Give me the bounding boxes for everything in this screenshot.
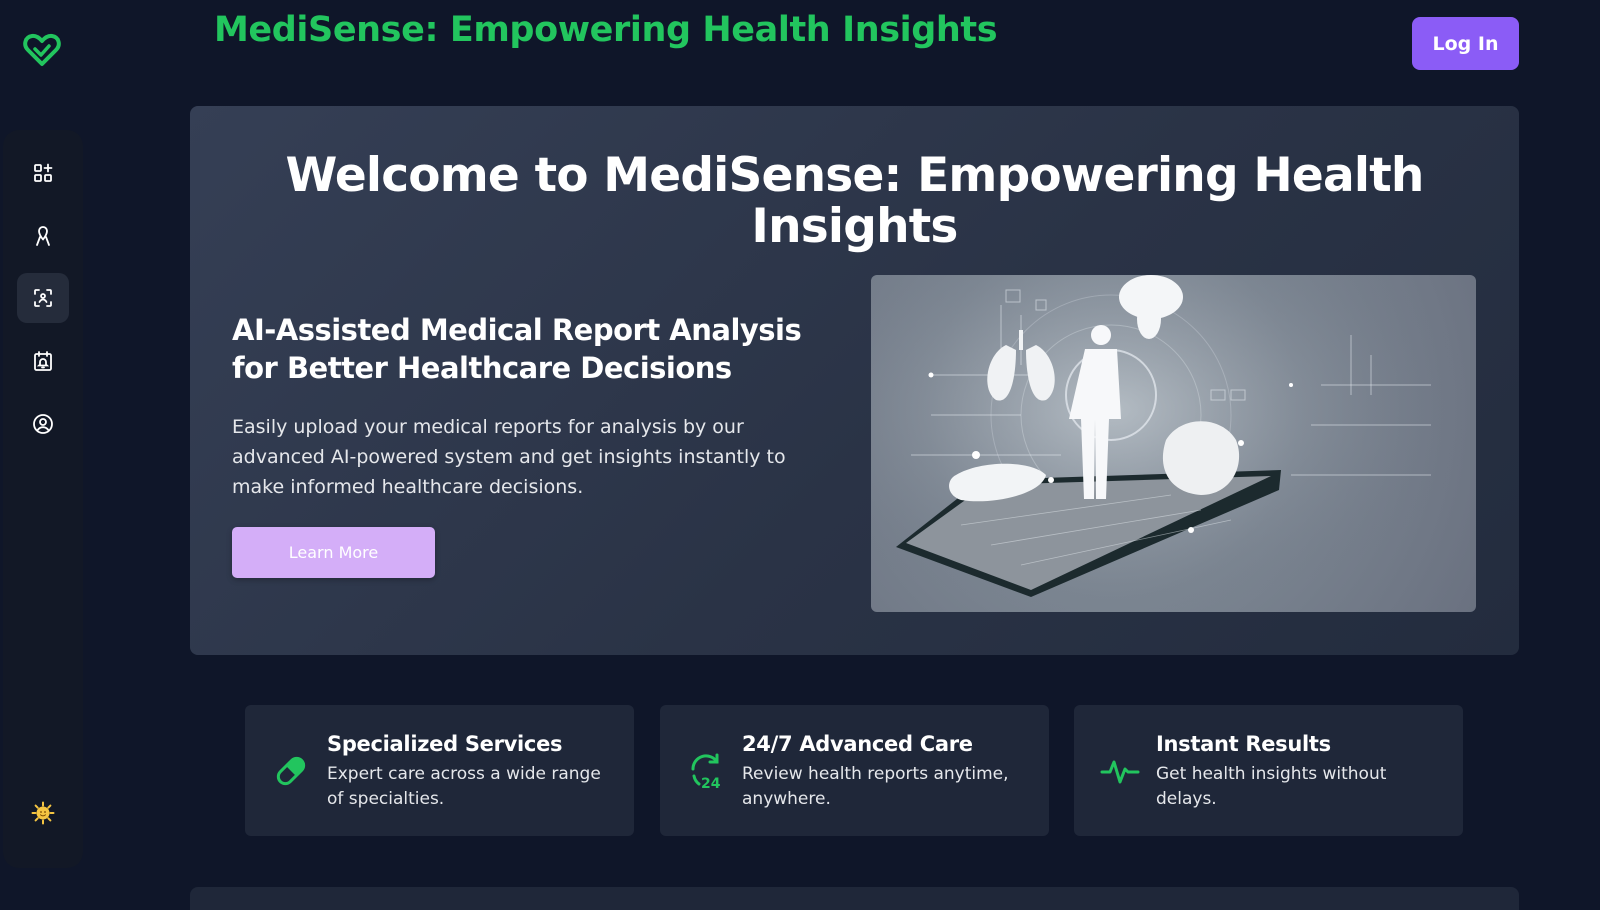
feature-description: Get health insights without delays. <box>1156 764 1387 809</box>
calendar-alert-icon <box>34 351 52 371</box>
feature-card-care: 24 24/7 Advanced Care Review health repo… <box>660 705 1049 836</box>
sidebar <box>3 130 83 868</box>
feature-title: Specialized Services <box>327 732 563 756</box>
hero-illustration <box>871 275 1476 612</box>
sidebar-item-profile[interactable] <box>17 399 69 449</box>
hero-description: Easily upload your medical reports for a… <box>232 416 786 498</box>
scan-icon <box>34 289 52 307</box>
hero-section: Welcome to MediSense: Empowering Health … <box>190 106 1519 655</box>
pulse-icon <box>1100 760 1140 784</box>
sidebar-item-scan[interactable] <box>17 273 69 323</box>
svg-text:24: 24 <box>701 776 721 791</box>
sidebar-item-dashboard[interactable] <box>17 148 69 198</box>
feature-description: Expert care across a wide range of speci… <box>327 764 601 809</box>
app-title: MediSense: Empowering Health Insights <box>214 10 998 50</box>
next-section-edge <box>190 887 1519 910</box>
learn-more-button[interactable]: Learn More <box>232 527 435 578</box>
hero-title: Welcome to MediSense: Empowering Health … <box>285 148 1424 254</box>
sidebar-item-reminders[interactable] <box>17 336 69 386</box>
sun-face-icon <box>31 801 55 825</box>
feature-card-specialized: Specialized Services Expert care across … <box>245 705 634 836</box>
dashboard-add-icon <box>34 163 53 182</box>
hero-subtitle: AI-Assisted Medical Report Analysis for … <box>232 313 802 385</box>
heart-logo-icon[interactable] <box>22 30 62 70</box>
feature-description: Review health reports anytime, anywhere. <box>742 764 1009 809</box>
ribbon-icon <box>36 226 50 246</box>
feature-card-results: Instant Results Get health insights with… <box>1074 705 1463 836</box>
feature-title: Instant Results <box>1156 732 1331 756</box>
page: MediSense: Empowering Health Insights Lo… <box>0 0 1600 910</box>
pill-icon <box>276 756 306 786</box>
user-circle-icon <box>33 414 53 434</box>
feature-title: 24/7 Advanced Care <box>742 732 973 756</box>
login-button[interactable]: Log In <box>1412 17 1519 70</box>
clock-24-icon: 24 <box>691 753 721 791</box>
sidebar-item-awareness[interactable] <box>17 211 69 261</box>
theme-toggle[interactable] <box>27 797 59 829</box>
